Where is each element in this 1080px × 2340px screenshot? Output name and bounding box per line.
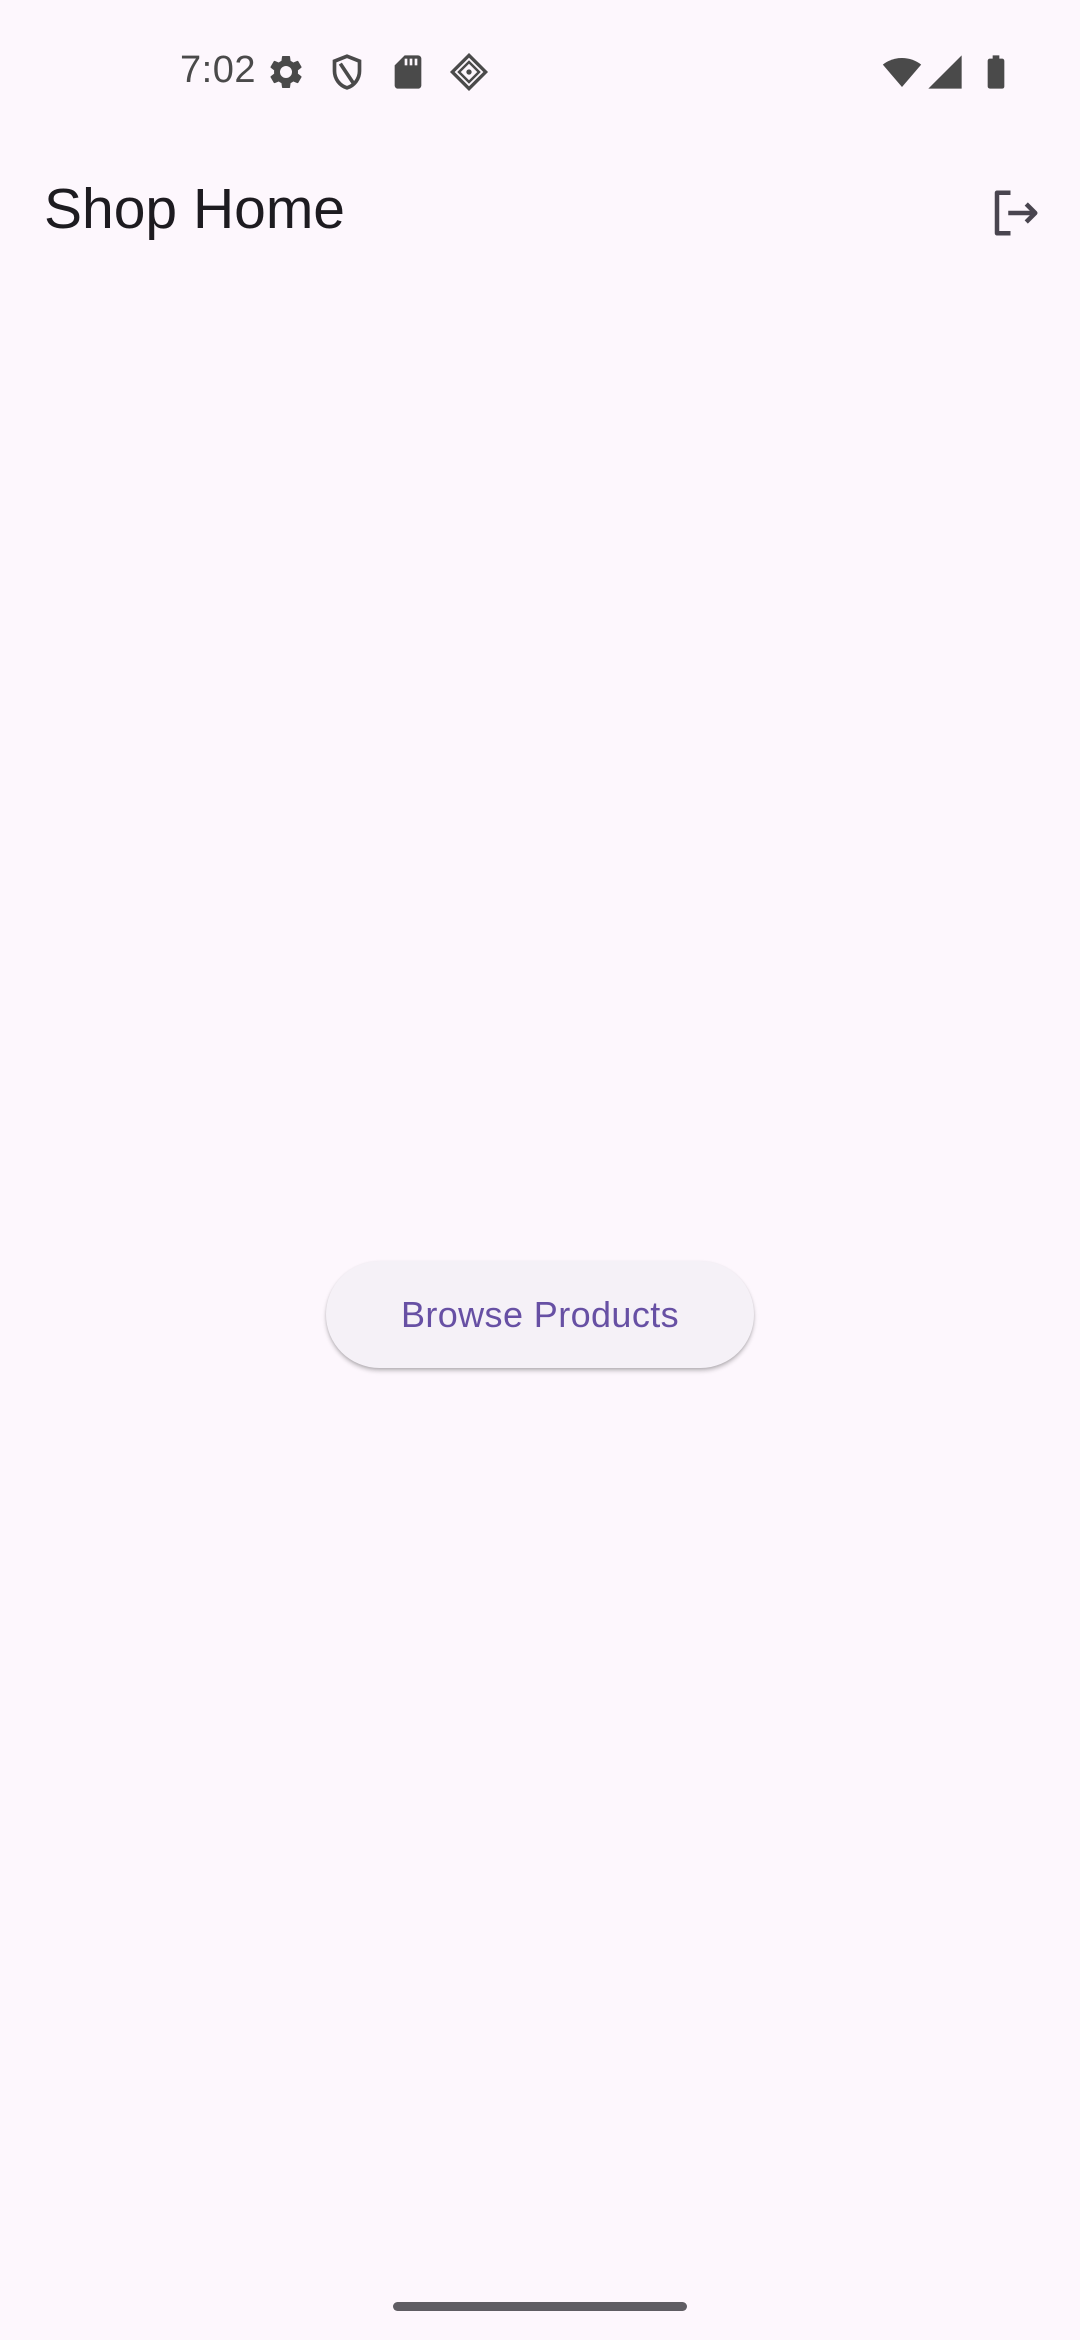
app-bar: Shop Home: [0, 140, 1080, 280]
cellular-signal-icon: [925, 52, 965, 92]
gesture-navigation-handle[interactable]: [393, 2302, 687, 2311]
page-title: Shop Home: [44, 177, 346, 241]
browse-products-button[interactable]: Browse Products: [326, 1261, 754, 1368]
status-bar: 7:02: [0, 0, 1080, 140]
sd-card-icon: [388, 52, 428, 92]
settings-icon: [266, 52, 306, 92]
status-time: 7:02: [180, 49, 256, 91]
data-saver-icon: [449, 52, 489, 92]
logout-button[interactable]: [970, 176, 1060, 246]
shield-icon: [327, 52, 367, 92]
logout-icon: [994, 190, 1038, 236]
wifi-icon: [882, 52, 924, 92]
battery-icon: [976, 52, 1016, 92]
